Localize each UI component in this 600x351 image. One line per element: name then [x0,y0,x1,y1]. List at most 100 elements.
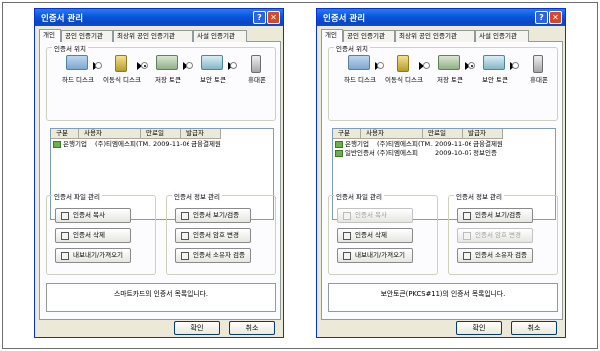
certificate-icon [53,141,61,148]
tab-root-ca[interactable]: 최상위 공인 인증기관 [113,30,193,42]
location-group-label: 인증서 위치 [52,43,88,53]
column-header-user[interactable]: 사용자 [79,129,141,139]
close-icon: ✕ [552,13,559,22]
status-message: 스마트카드의 인증서 목록입니다. [46,283,276,312]
button-label: 인증서 보기/검증 [193,211,240,219]
column-header-expiry[interactable]: 만료일 [423,129,463,139]
radio-button[interactable] [377,62,384,69]
button-label: 내보내기/가져오기 [355,251,406,259]
ok-button[interactable]: 확인 [174,321,220,335]
close-button[interactable]: ✕ [549,11,562,24]
delete-certificate-button[interactable]: 인증서 삭제 [55,228,131,243]
cell-type: 일반인증서 [345,149,375,157]
tab-strip: 개인 공인 인증기관 최상위 공인 인증기관 사설 인증기관 [39,29,281,43]
help-button[interactable]: ? [253,11,266,24]
device-hard-disk[interactable]: 하드 디스크 [342,53,380,84]
button-label: 인증서 소유자 검증 [475,251,527,259]
status-message: 보안토큰(PKCS#11)의 인증서 목록입니다. [328,283,558,312]
tab-panel: 인증서 위치 하드 디스크 이동식 디스크 저장 토큰 보안 토큰 휴대폰 구분… [321,42,563,320]
tab-personal[interactable]: 개인 [321,29,343,43]
radio-button[interactable] [512,62,519,69]
storage-token-icon [438,55,460,70]
view-icon [181,212,189,220]
certificate-manager-dialog: 인증서 관리 ? ✕ 개인 공인 인증기관 최상위 공인 인증기관 사설 인증기… [316,8,566,338]
cell-user: (주)티엠에스피(TM... [377,140,433,148]
table-row[interactable]: 은행기업 (주)티엠에스피(TM... 2009-11-06 금융결제원 [333,140,555,149]
tab-public-ca[interactable]: 공인 인증기관 [61,30,113,42]
cell-user: (주)티엠에스피 [377,149,418,157]
device-storage-token[interactable]: 저장 토큰 [141,53,188,84]
file-management-group: 인증서 파일 관리 인증서 복사 인증서 삭제 내보내기/가져오기 [328,191,438,275]
verify-owner-button[interactable]: 인증서 소유자 검증 [175,248,251,263]
close-icon: ✕ [270,13,277,22]
change-password-button[interactable]: 인증서 암호 변경 [457,228,533,243]
key-icon [463,232,471,240]
column-header-type[interactable]: 구분 [51,129,79,139]
title-bar: 인증서 관리 ? ✕ [317,9,565,26]
info-management-group: 인증서 정보 관리 인증서 보기/검증 인증서 암호 변경 인증서 소유자 검증 [166,191,276,275]
info-group-label: 인증서 정보 관리 [172,191,222,201]
view-icon [463,212,471,220]
radio-button-selected[interactable] [468,62,475,69]
file-group-label: 인증서 파일 관리 [334,191,384,201]
device-mobile-phone[interactable]: 휴대폰 [230,53,275,84]
export-icon [61,252,69,260]
ok-button[interactable]: 확인 [456,321,502,335]
export-import-button[interactable]: 내보내기/가져오기 [337,248,413,263]
tab-private-ca[interactable]: 사설 인증기관 [193,30,247,42]
change-password-button[interactable]: 인증서 암호 변경 [175,228,251,243]
cancel-button[interactable]: 취소 [511,321,557,335]
close-button[interactable]: ✕ [267,11,280,24]
export-import-button[interactable]: 내보내기/가져오기 [55,248,131,263]
copy-certificate-button[interactable]: 인증서 복사 [337,208,413,223]
table-row[interactable]: 일반인증서 (주)티엠에스피 2009-10-07 정보인증 [333,149,555,158]
tab-strip: 개인 공인 인증기관 최상위 공인 인증기관 사설 인증기관 [321,29,563,43]
radio-button[interactable] [230,62,237,69]
column-header-user[interactable]: 사용자 [361,129,423,139]
device-removable-disk[interactable]: 이동식 디스크 [377,53,424,84]
radio-button[interactable] [95,62,102,69]
button-label: 인증서 보기/검증 [475,211,522,219]
copy-certificate-button[interactable]: 인증서 복사 [55,208,131,223]
copy-icon [343,212,351,220]
delete-certificate-button[interactable]: 인증서 삭제 [337,228,413,243]
device-hard-disk[interactable]: 하드 디스크 [60,53,98,84]
tab-personal[interactable]: 개인 [39,29,61,43]
column-header-type[interactable]: 구분 [333,129,361,139]
verify-owner-button[interactable]: 인증서 소유자 검증 [457,248,533,263]
column-header-issuer[interactable]: 발급자 [463,129,503,139]
device-mobile-phone[interactable]: 휴대폰 [512,53,557,84]
device-removable-disk[interactable]: 이동식 디스크 [95,53,142,84]
info-management-group: 인증서 정보 관리 인증서 보기/검증 인증서 암호 변경 인증서 소유자 검증 [448,191,558,275]
view-verify-button[interactable]: 인증서 보기/검증 [457,208,533,223]
tab-public-ca[interactable]: 공인 인증기관 [343,30,395,42]
device-security-token[interactable]: 보안 토큰 [468,53,515,84]
column-header-expiry[interactable]: 만료일 [141,129,181,139]
device-storage-token[interactable]: 저장 토큰 [423,53,470,84]
help-button[interactable]: ? [535,11,548,24]
certificate-icon [335,150,343,157]
table-row[interactable]: 은행기업 (주)티엠에스피(TM... 2009-11-06 금융결제원 [51,140,273,149]
cancel-button[interactable]: 취소 [229,321,275,335]
radio-button-selected[interactable] [141,62,148,69]
location-group-label: 인증서 위치 [334,43,370,53]
tab-root-ca[interactable]: 최상위 공인 인증기관 [395,30,475,42]
radio-button[interactable] [186,62,193,69]
cell-type: 은행기업 [345,140,369,148]
help-icon: ? [257,13,262,22]
certificate-icon [335,141,343,148]
owner-icon [181,252,189,260]
button-label: 인증서 삭제 [73,231,105,239]
tab-private-ca[interactable]: 사설 인증기관 [475,30,529,42]
radio-button[interactable] [423,62,430,69]
column-header-issuer[interactable]: 발급자 [181,129,221,139]
certificate-manager-dialog: 인증서 관리 ? ✕ 개인 공인 인증기관 최상위 공인 인증기관 사설 인증기… [34,8,284,338]
device-security-token[interactable]: 보안 토큰 [186,53,233,84]
cell-issuer: 금융결제원 [473,140,503,148]
device-label: 휴대폰 [248,76,266,84]
view-verify-button[interactable]: 인증서 보기/검증 [175,208,251,223]
info-group-label: 인증서 정보 관리 [454,191,504,201]
removable-disk-icon [397,55,409,72]
help-icon: ? [539,13,544,22]
owner-icon [463,252,471,260]
